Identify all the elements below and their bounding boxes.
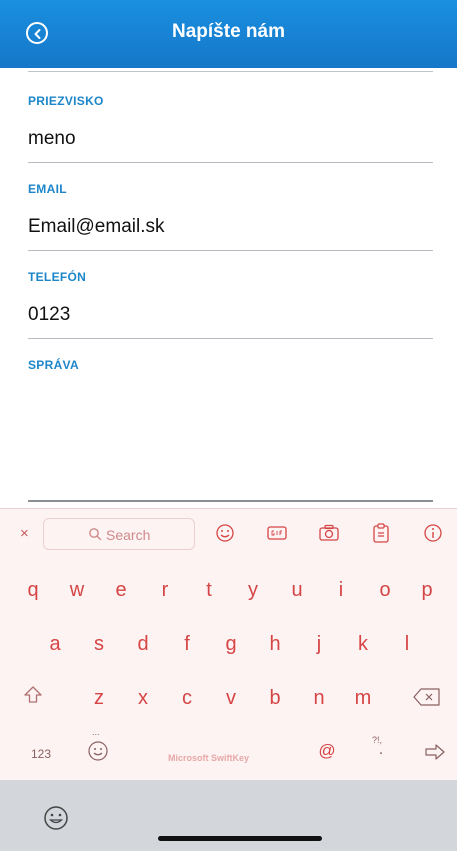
email-label: EMAIL <box>28 182 67 196</box>
search-icon <box>89 528 102 541</box>
phone-input[interactable]: 0123 <box>28 304 433 330</box>
input-underline <box>28 250 433 251</box>
app-header: Napíšte nám <box>0 0 457 68</box>
input-underline <box>28 162 433 163</box>
key-l[interactable]: l <box>392 633 422 656</box>
at-key[interactable]: @ <box>312 741 342 761</box>
close-toolbar-button[interactable]: × <box>20 525 29 542</box>
surname-label: PRIEZVISKO <box>28 94 104 108</box>
key-x[interactable]: x <box>128 687 158 710</box>
gif-icon[interactable] <box>266 522 288 544</box>
key-h[interactable]: h <box>260 633 290 656</box>
key-t[interactable]: t <box>194 579 224 602</box>
key-z[interactable]: z <box>84 687 114 710</box>
surname-input[interactable]: meno <box>28 128 433 154</box>
phone-label: TELEFÓN <box>28 270 87 284</box>
key-f[interactable]: f <box>172 633 202 656</box>
key-k[interactable]: k <box>348 633 378 656</box>
message-textarea-underline <box>28 500 433 502</box>
key-o[interactable]: o <box>370 579 400 602</box>
emoji-switcher-icon[interactable] <box>42 804 70 832</box>
key-r[interactable]: r <box>150 579 180 602</box>
email-field[interactable]: EMAIL Email@email.sk <box>28 182 433 251</box>
message-label: SPRÁVA <box>28 358 79 372</box>
input-underline <box>28 338 433 339</box>
emoji-icon[interactable] <box>214 522 236 544</box>
emoji-key-icon[interactable] <box>86 739 110 763</box>
key-i[interactable]: i <box>326 579 356 602</box>
backspace-icon[interactable] <box>412 687 442 707</box>
period-key[interactable]: . <box>366 741 396 759</box>
email-input[interactable]: Email@email.sk <box>28 216 433 242</box>
home-indicator[interactable] <box>158 836 322 841</box>
key-u[interactable]: u <box>282 579 312 602</box>
key-e[interactable]: e <box>106 579 136 602</box>
message-field[interactable]: SPRÁVA <box>28 358 433 502</box>
keyboard-search-box[interactable]: Search <box>43 518 195 550</box>
clipboard-icon[interactable] <box>370 522 392 544</box>
search-placeholder: Search <box>106 527 151 543</box>
key-v[interactable]: v <box>216 687 246 710</box>
key-d[interactable]: d <box>128 633 158 656</box>
surname-field[interactable]: PRIEZVISKO meno <box>28 94 433 163</box>
keyboard-toolbar: × Search <box>0 509 457 557</box>
keyboard: × Search q w e r t y u i o p a s d f g h… <box>0 508 457 780</box>
key-s[interactable]: s <box>84 633 114 656</box>
key-p[interactable]: p <box>412 579 442 602</box>
key-b[interactable]: b <box>260 687 290 710</box>
key-n[interactable]: n <box>304 687 334 710</box>
numbers-key[interactable]: 123 <box>24 747 58 761</box>
shift-icon[interactable] <box>22 684 44 706</box>
camera-icon[interactable] <box>318 522 340 544</box>
key-j[interactable]: j <box>304 633 334 656</box>
key-g[interactable]: g <box>216 633 246 656</box>
enter-icon[interactable] <box>424 743 446 761</box>
key-c[interactable]: c <box>172 687 202 710</box>
divider <box>28 71 433 72</box>
dots-label: ... <box>92 727 100 737</box>
key-q[interactable]: q <box>18 579 48 602</box>
key-w[interactable]: w <box>62 579 92 602</box>
page-title: Napíšte nám <box>172 21 285 42</box>
key-m[interactable]: m <box>348 687 378 710</box>
phone-field[interactable]: TELEFÓN 0123 <box>28 270 433 339</box>
key-a[interactable]: a <box>40 633 70 656</box>
info-icon[interactable] <box>422 522 444 544</box>
key-y[interactable]: y <box>238 579 268 602</box>
keyboard-brand: Microsoft SwiftKey <box>168 753 250 763</box>
